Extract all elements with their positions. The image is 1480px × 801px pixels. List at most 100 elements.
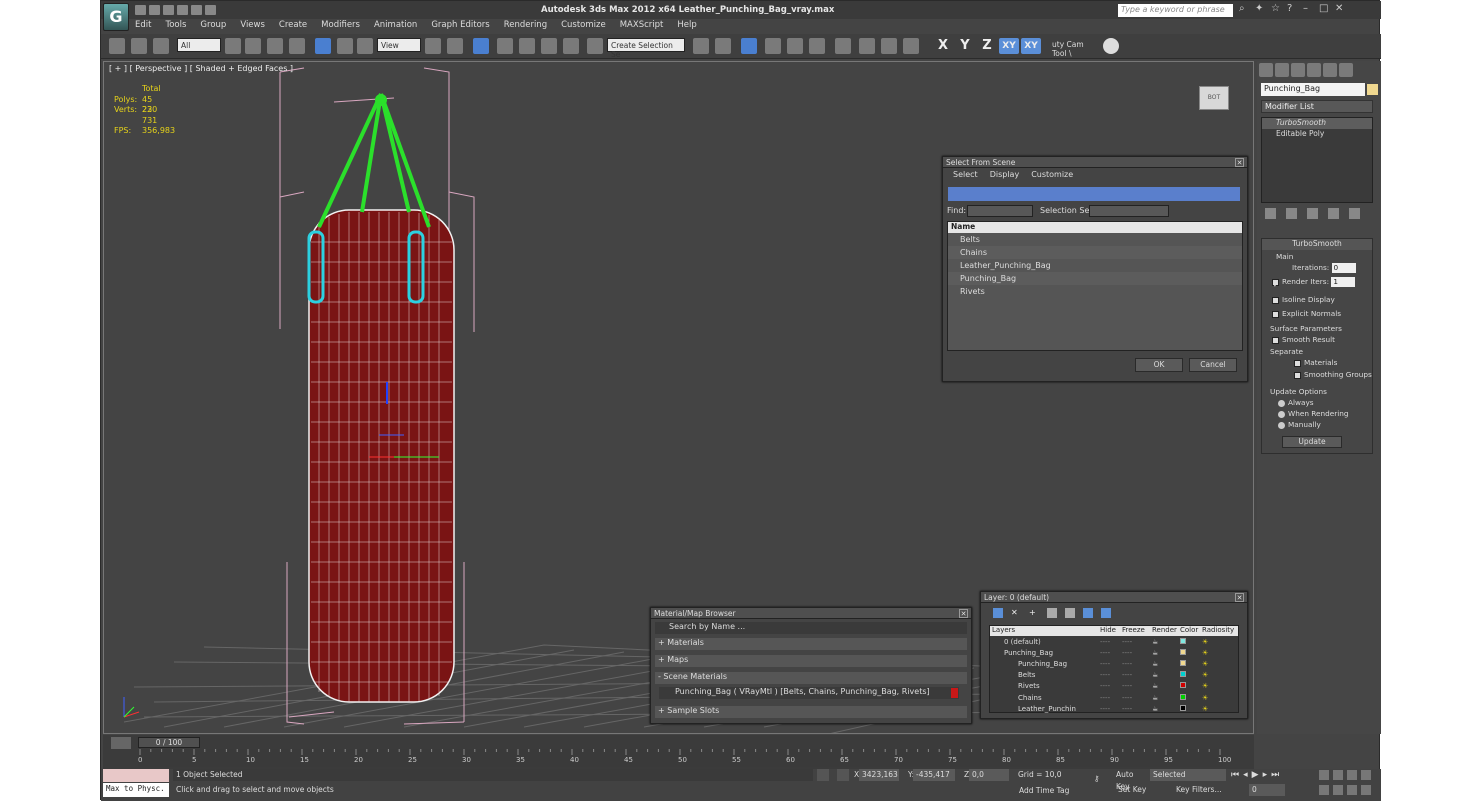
close-icon[interactable]: ✕ — [1235, 593, 1244, 602]
menu-animation[interactable]: Animation — [374, 20, 417, 34]
layer-render-icon[interactable]: ☕ — [1152, 649, 1180, 657]
layer-radiosity-icon[interactable]: ☀ — [1202, 694, 1238, 702]
layer-radiosity-icon[interactable]: ☀ — [1202, 682, 1238, 690]
layer-color-swatch[interactable] — [1180, 704, 1186, 711]
layer-radiosity-icon[interactable]: ☀ — [1202, 638, 1238, 646]
layer-hide-toggle[interactable]: ---- — [1100, 660, 1122, 668]
render-setup-icon[interactable] — [859, 38, 875, 54]
object-list-item[interactable]: Belts — [948, 233, 1242, 246]
cam-tool-icon[interactable] — [1103, 38, 1119, 54]
separate-materials-option[interactable]: Materials — [1294, 358, 1337, 367]
pivot-center-icon[interactable] — [425, 38, 441, 54]
menu-tools[interactable]: Tools — [165, 20, 186, 34]
layer-radiosity-icon[interactable]: ☀ — [1202, 671, 1238, 679]
keyboard-shortcut-icon[interactable] — [473, 38, 489, 54]
play-icon[interactable]: ▶ — [1252, 770, 1259, 780]
layer-hide-toggle[interactable]: ---- — [1100, 649, 1122, 657]
layer-radiosity-icon[interactable]: ☀ — [1202, 660, 1238, 668]
lock-selection-icon[interactable] — [817, 769, 829, 781]
layer-row[interactable]: Punching_Bag ---- ---- ☕ ☀ — [990, 647, 1238, 658]
layer-render-icon[interactable]: ☕ — [1152, 705, 1180, 713]
new-icon[interactable] — [135, 5, 146, 15]
layer-row[interactable]: Rivets ---- ---- ☕ ☀ — [990, 681, 1238, 692]
layer-radiosity-icon[interactable]: ☀ — [1202, 649, 1238, 657]
layer-row[interactable]: Chains ---- ---- ☕ ☀ — [990, 692, 1238, 703]
menu-maxscript[interactable]: MAXScript — [620, 20, 664, 34]
close-icon[interactable]: ✕ — [1335, 4, 1345, 14]
select-by-name-icon[interactable] — [245, 38, 261, 54]
absolute-mode-icon[interactable] — [837, 769, 849, 781]
isoline-display-option[interactable]: Isoline Display — [1272, 295, 1335, 304]
zoom-icon[interactable] — [1319, 770, 1329, 780]
zoom-extents-icon[interactable] — [1347, 770, 1357, 780]
name-column-header[interactable]: Name — [948, 222, 1242, 233]
maximize-icon[interactable]: □ — [1319, 4, 1329, 14]
viewcube[interactable]: BOT — [1199, 86, 1229, 110]
layer-freeze-toggle[interactable]: ---- — [1122, 649, 1152, 657]
new-layer-icon[interactable] — [993, 608, 1003, 618]
layer-hide-toggle[interactable]: ---- — [1100, 682, 1122, 690]
x-coordinate-field[interactable]: 3423,163 — [859, 769, 899, 781]
reference-coordinate-dropdown[interactable]: View — [377, 38, 421, 52]
rect-selection-icon[interactable] — [267, 38, 283, 54]
object-name-field[interactable]: Punching_Bag — [1261, 83, 1365, 96]
filter-icons-row[interactable] — [948, 187, 1240, 201]
stack-item-editable-poly[interactable]: Editable Poly — [1262, 129, 1372, 140]
update-button[interactable]: Update — [1282, 436, 1342, 448]
perspective-viewport[interactable]: [ + ] [ Perspective ] [ Shaded + Edged F… — [103, 61, 1254, 734]
select-move-icon[interactable] — [315, 38, 331, 54]
layer-hide-toggle[interactable]: ---- — [1100, 671, 1122, 679]
update-always-radio[interactable]: Always — [1278, 398, 1314, 407]
select-rotate-icon[interactable] — [337, 38, 353, 54]
y-coordinate-field[interactable]: -435,417 — [913, 769, 955, 781]
hide-all-icon[interactable] — [1083, 608, 1093, 618]
make-unique-icon[interactable] — [1307, 208, 1318, 219]
layer-freeze-toggle[interactable]: ---- — [1122, 660, 1152, 668]
binoculars-icon[interactable]: ⌕ — [1239, 4, 1249, 14]
angle-snap-icon[interactable] — [519, 38, 535, 54]
timeline-ruler[interactable]: 0 5 10 15 20 25 30 35 40 45 50 55 60 65 70 75 80 85 90 95 10… — [138, 749, 1231, 767]
menu-help[interactable]: Help — [677, 20, 696, 34]
rollout-header[interactable]: TurboSmooth — [1262, 239, 1372, 250]
sfs-menu-display[interactable]: Display — [990, 168, 1020, 182]
utilities-tab-icon[interactable] — [1339, 63, 1353, 77]
display-tab-icon[interactable] — [1323, 63, 1337, 77]
graphite-ribbon-icon[interactable] — [765, 38, 781, 54]
maxscript-listener-input[interactable] — [103, 769, 169, 782]
unlink-icon[interactable] — [131, 38, 147, 54]
object-list-item[interactable]: Punching_Bag — [948, 272, 1242, 285]
modify-tab-icon[interactable] — [1275, 63, 1289, 77]
object-list-item[interactable]: Chains — [948, 246, 1242, 259]
motion-tab-icon[interactable] — [1307, 63, 1321, 77]
ok-button[interactable]: OK — [1135, 358, 1183, 372]
layer-render-icon[interactable]: ☕ — [1152, 671, 1180, 679]
update-manually-radio[interactable]: Manually — [1278, 420, 1321, 429]
layer-hide-toggle[interactable]: ---- — [1100, 694, 1122, 702]
selection-set-dropdown[interactable]: Selected — [1150, 769, 1226, 781]
delete-layer-icon[interactable]: ✕ — [1011, 608, 1021, 618]
remove-modifier-icon[interactable] — [1328, 208, 1339, 219]
goto-end-icon[interactable]: ⏭ — [1271, 770, 1279, 780]
menu-modifiers[interactable]: Modifiers — [321, 20, 360, 34]
section-materials[interactable]: + Materials — [655, 638, 967, 650]
hierarchy-tab-icon[interactable] — [1291, 63, 1305, 77]
layer-freeze-toggle[interactable]: ---- — [1122, 638, 1152, 646]
layer-color-swatch[interactable] — [1180, 682, 1186, 689]
help-icon[interactable]: ? — [1287, 4, 1297, 14]
close-icon[interactable]: ✕ — [1235, 158, 1244, 167]
configure-sets-icon[interactable] — [1349, 208, 1360, 219]
layer-color-swatch[interactable] — [1180, 637, 1186, 644]
layer-row[interactable]: Belts ---- ---- ☕ ☀ — [990, 670, 1238, 681]
modifier-list-dropdown[interactable]: Modifier List — [1261, 100, 1373, 113]
layer-color-swatch[interactable] — [1180, 659, 1186, 666]
layer-color-swatch[interactable] — [1180, 671, 1186, 678]
menu-create[interactable]: Create — [279, 20, 307, 34]
layer-render-icon[interactable]: ☕ — [1152, 638, 1180, 646]
edit-named-sets-icon[interactable] — [587, 38, 603, 54]
object-color-swatch[interactable] — [1367, 84, 1378, 95]
app-logo-icon[interactable]: G — [103, 3, 129, 31]
freeze-all-icon[interactable] — [1101, 608, 1111, 618]
layer-freeze-toggle[interactable]: ---- — [1122, 671, 1152, 679]
spinner-snap-icon[interactable] — [563, 38, 579, 54]
schematic-view-icon[interactable] — [809, 38, 825, 54]
